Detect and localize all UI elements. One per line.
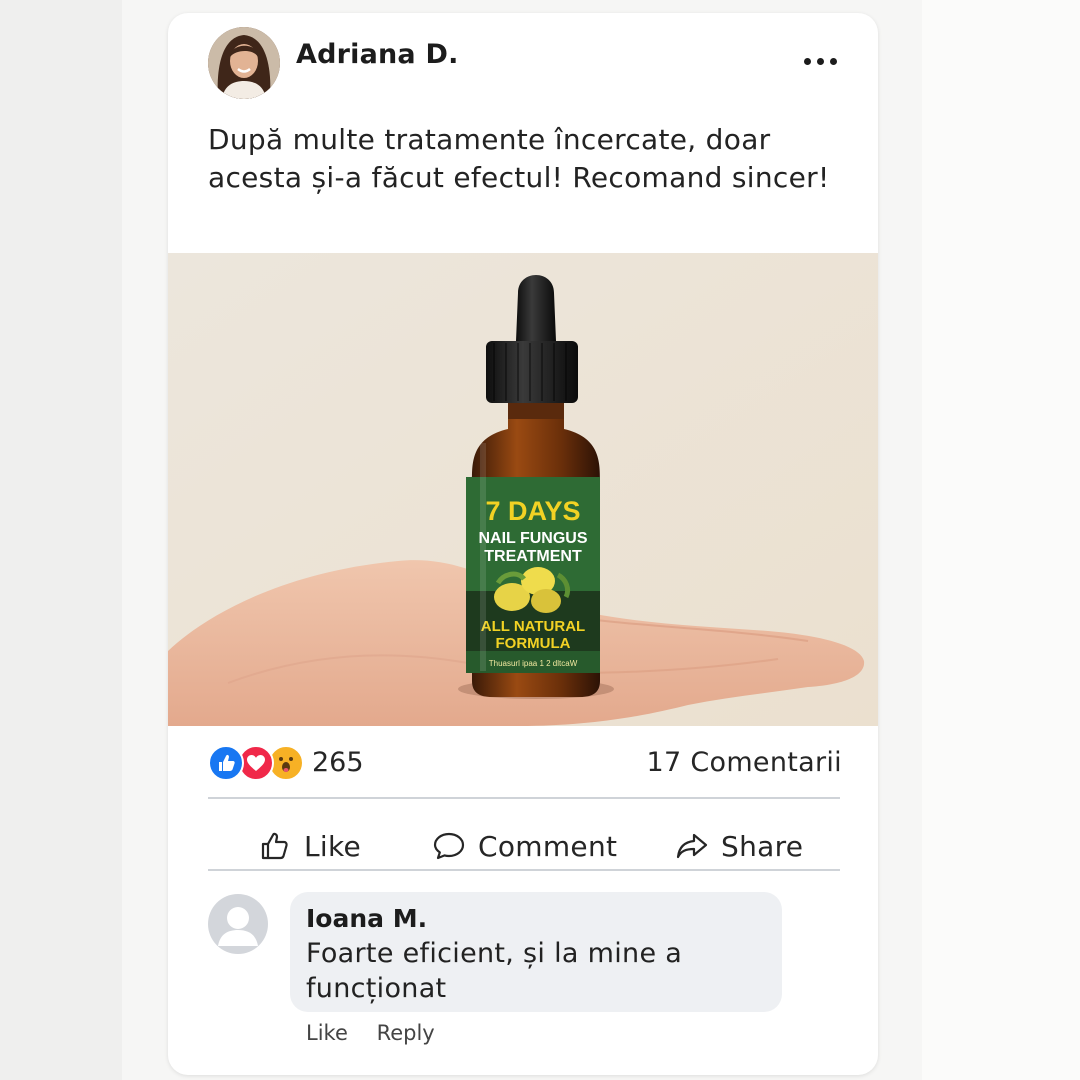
author-avatar[interactable]: [208, 27, 280, 99]
label-footer: Thuasurl ipaa 1 2 dltcaW: [489, 659, 578, 668]
comment-text: Foarte eficient, și la mine a funcționat: [306, 938, 683, 1004]
reactions-summary[interactable]: [208, 745, 308, 781]
comment-bubble: Ioana M. Foarte eficient, și la mine a f…: [290, 892, 782, 1012]
commenter-avatar[interactable]: [208, 894, 268, 954]
right-background: [922, 0, 1080, 1080]
comment-like-link[interactable]: Like: [306, 1021, 348, 1045]
comment-button[interactable]: Comment: [432, 810, 617, 882]
comment-bubble-icon: [433, 832, 465, 860]
comment-label: Comment: [478, 829, 618, 863]
post-card: Adriana D. După multe tratamente încerca…: [168, 13, 878, 1075]
comments-count[interactable]: 17 Comentarii: [647, 747, 842, 778]
label-line-5: FORMULA: [496, 635, 571, 652]
more-dots-icon[interactable]: [804, 55, 838, 67]
post-stats: 265 17 Comentarii: [208, 745, 842, 785]
label-line-4: ALL NATURAL: [481, 618, 585, 635]
comment-author[interactable]: Ioana M.: [306, 904, 427, 933]
comment-reply-link[interactable]: Reply: [377, 1021, 435, 1045]
like-button[interactable]: Like: [258, 810, 361, 882]
share-label: Share: [721, 829, 804, 863]
divider-top: [208, 797, 840, 799]
like-reaction-icon: [208, 745, 244, 781]
label-line-1: 7 DAYS: [485, 496, 580, 526]
thumbs-up-icon: [261, 832, 288, 860]
label-line-3: TREATMENT: [484, 548, 582, 565]
post-header: Adriana D.: [168, 13, 878, 113]
post-actions: Like Comment Share: [208, 810, 840, 882]
post-photo[interactable]: 7 DAYS NAIL FUNGUS TREATMENT ALL NATURAL…: [168, 253, 878, 726]
author-name[interactable]: Adriana D.: [296, 39, 459, 70]
left-background: [0, 0, 122, 1080]
like-label: Like: [304, 829, 362, 863]
divider-bottom: [208, 869, 840, 871]
default-user-icon: [218, 907, 258, 946]
reaction-count[interactable]: 265: [312, 747, 364, 778]
share-arrow-icon: [676, 833, 708, 859]
share-button[interactable]: Share: [675, 810, 803, 882]
label-line-2: NAIL FUNGUS: [478, 530, 587, 547]
post-text: După multe tratamente încercate, doar ac…: [208, 123, 830, 194]
comment-actions: Like Reply: [306, 1021, 457, 1045]
